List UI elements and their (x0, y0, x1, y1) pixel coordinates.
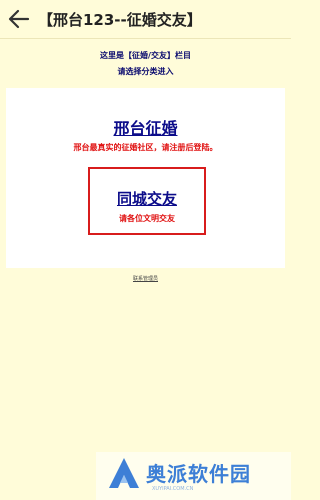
top-bar: 【邢台123--征婚交友】 (0, 0, 291, 39)
page-title: 【邢台123--征婚交友】 (38, 11, 202, 29)
watermark: 奥派软件园 XUYIPAI.COM.CN (96, 452, 291, 500)
highlight-box: 同城交友 请各位文明交友 (88, 167, 206, 235)
marriage-link[interactable]: 邢台征婚 (6, 115, 285, 139)
marriage-description: 邢台最真实的征婚社区，请注册后登陆。 (73, 143, 218, 152)
watermark-text: 奥派软件园 (146, 462, 251, 486)
intro-instruction: 请选择分类进入 (117, 67, 174, 76)
category-card: 邢台征婚 邢台最真实的征婚社区，请注册后登陆。 同城交友 请各位文明交友 (6, 88, 285, 268)
dating-link[interactable]: 同城交友 (90, 188, 204, 209)
back-arrow-icon[interactable] (6, 6, 32, 32)
contact-admin-link[interactable]: 联系管理员 (0, 275, 291, 282)
intro-text: 这里是【征婚/交友】栏目 (100, 51, 191, 60)
watermark-subtext: XUYIPAI.COM.CN (152, 486, 194, 492)
dating-description: 请各位文明交友 (119, 214, 175, 223)
brand-logo-icon (106, 455, 142, 491)
